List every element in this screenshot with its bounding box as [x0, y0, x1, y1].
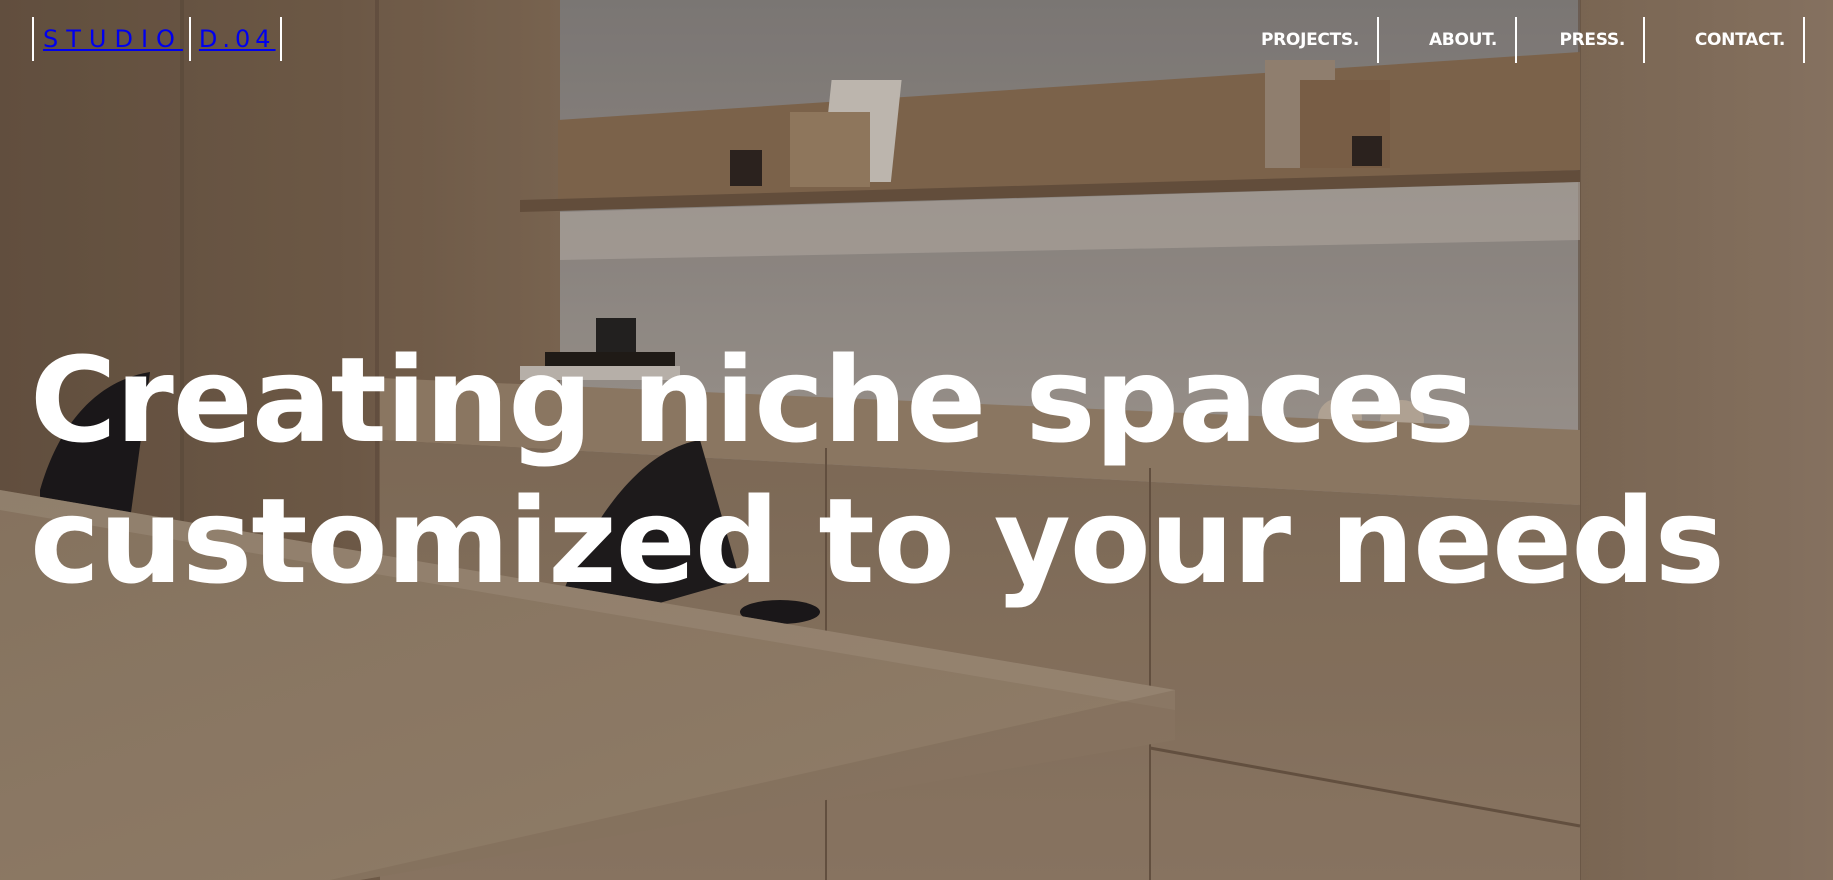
hero-headline-line1: Creating niche spaces	[30, 331, 1475, 469]
logo-text-d04: D.04	[198, 25, 276, 53]
nav-projects-link[interactable]: PROJECTS.	[1249, 17, 1379, 63]
logo-text-studio: STUDIO	[43, 25, 183, 53]
hero-section: STUDIO D.04 PROJECTS. ABOUT. PRESS. CONT…	[0, 0, 1833, 880]
nav-press-link[interactable]: PRESS.	[1517, 17, 1645, 63]
main-nav: PROJECTS. ABOUT. PRESS. CONTACT.	[1249, 17, 1805, 63]
nav-about-link[interactable]: ABOUT.	[1379, 17, 1517, 63]
studio-logo[interactable]: STUDIO D.04	[32, 17, 282, 61]
hero-headline: Creating niche spaces customized to your…	[30, 330, 1725, 612]
hero-headline-line2: customized to your needs	[30, 472, 1725, 610]
nav-contact-link[interactable]: CONTACT.	[1645, 17, 1805, 63]
